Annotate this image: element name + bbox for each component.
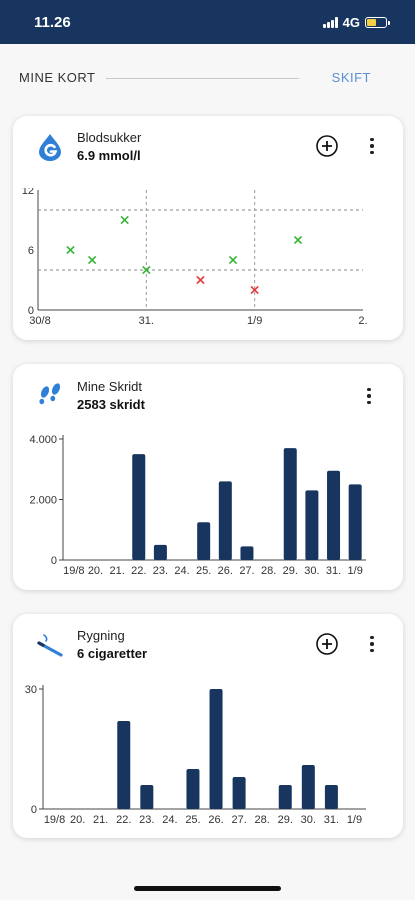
x-tick-label: 21. — [109, 565, 124, 577]
x-tick-label: 1/9 — [348, 565, 363, 577]
more-options-button[interactable] — [365, 134, 379, 158]
cards-header: MINE KORT SKIFT — [0, 62, 415, 92]
battery-icon — [365, 17, 390, 28]
smoking-card[interactable]: Rygning 6 cigaretter 0 30 19/8 20. 21. 22. 23.… — [13, 614, 403, 838]
bar — [240, 546, 254, 560]
blood-sugar-card[interactable]: Blodsukker 6.9 mmol/l 0 6 12 30/8 31. 1/9 2. — [13, 116, 403, 340]
signal-icon — [322, 17, 338, 28]
y-tick-label: 12 — [22, 188, 34, 197]
network-label: 4G — [342, 15, 360, 30]
x-tick-label: 27. — [239, 565, 254, 577]
x-tick-label: 30/8 — [29, 315, 50, 327]
x-tick-label: 29. — [278, 814, 293, 826]
smoking-chart: 0 30 19/8 20. 21. 22. 23. 24. 25. 26. 27. 28. 29. 30.… — [25, 684, 366, 826]
bar — [305, 490, 319, 560]
section-divider — [106, 78, 299, 79]
x-tick-label: 24. — [174, 565, 189, 577]
x-tick-label: 30. — [304, 565, 319, 577]
status-time: 11.26 — [34, 14, 71, 31]
x-tick-label: 20. — [88, 565, 103, 577]
card-title: Blodsukker — [77, 130, 142, 145]
x-tick-label: 25. — [196, 565, 211, 577]
bar — [218, 481, 232, 560]
y-tick-label: 0 — [31, 804, 37, 816]
y-tick-label: 2.000 — [29, 495, 57, 507]
data-point — [88, 255, 97, 265]
bar — [232, 777, 246, 809]
y-tick-label: 30 — [25, 684, 37, 696]
bar — [348, 484, 362, 560]
x-tick-label: 1/9 — [347, 814, 362, 826]
bar — [197, 522, 211, 560]
data-point — [293, 235, 303, 245]
x-tick-label: 19/8 — [44, 814, 65, 826]
data-point — [228, 255, 238, 265]
x-tick-label: 26. — [208, 814, 223, 826]
x-tick-label: 31. — [139, 315, 154, 327]
status-indicators: 4G — [322, 15, 390, 30]
y-tick-label: 4.000 — [29, 434, 57, 446]
x-tick-label: 2. — [358, 315, 367, 327]
x-tick-label: 24. — [162, 814, 177, 826]
bar — [140, 785, 154, 809]
bar — [153, 544, 167, 560]
bar — [283, 448, 297, 560]
bar — [278, 785, 292, 809]
y-tick-label: 0 — [51, 555, 57, 567]
home-indicator[interactable] — [134, 886, 281, 891]
bar — [209, 689, 223, 809]
bar — [132, 454, 146, 560]
switch-button[interactable]: SKIFT — [332, 70, 371, 85]
x-tick-label: 23. — [139, 814, 154, 826]
blood-sugar-chart: 061230/8 31. 1/9 2. — [22, 188, 368, 327]
x-tick-label: 19/8 — [63, 565, 84, 577]
data-point — [120, 215, 129, 225]
x-tick-label: 21. — [93, 814, 108, 826]
x-tick-label: 26. — [218, 565, 233, 577]
x-tick-label: 31. — [326, 565, 341, 577]
x-tick-label: 28. — [261, 565, 276, 577]
steps-chart: 0 2.000 4.000 19/8 20. 21. 22. 23. 24. 25. 26. 27. 2… — [29, 434, 366, 577]
data-point — [66, 245, 75, 255]
steps-card[interactable]: Mine Skridt 2583 skridt 0 2.000 4.000 19/8 2… — [13, 364, 403, 590]
x-tick-label: 1/9 — [247, 315, 262, 327]
bar — [301, 765, 315, 809]
data-point — [196, 275, 205, 285]
x-tick-label: 20. — [70, 814, 85, 826]
x-tick-label: 22. — [116, 814, 131, 826]
bar — [117, 721, 131, 809]
bar — [186, 769, 200, 809]
x-tick-label: 29. — [283, 565, 298, 577]
card-value: 6.9 mmol/l — [77, 148, 141, 163]
x-tick-label: 30. — [301, 814, 316, 826]
x-tick-label: 27. — [231, 814, 246, 826]
y-tick-label: 6 — [28, 245, 34, 257]
x-tick-label: 28. — [255, 814, 270, 826]
status-bar: 11.26 4G — [0, 0, 415, 44]
x-tick-label: 25. — [185, 814, 200, 826]
bar — [324, 785, 338, 809]
blood-sugar-icon — [39, 134, 61, 161]
add-measurement-button[interactable] — [315, 134, 339, 158]
x-tick-label: 31. — [324, 814, 339, 826]
x-tick-label: 22. — [131, 565, 146, 577]
section-title: MINE KORT — [19, 70, 96, 85]
x-tick-label: 23. — [153, 565, 168, 577]
bar — [327, 470, 341, 560]
